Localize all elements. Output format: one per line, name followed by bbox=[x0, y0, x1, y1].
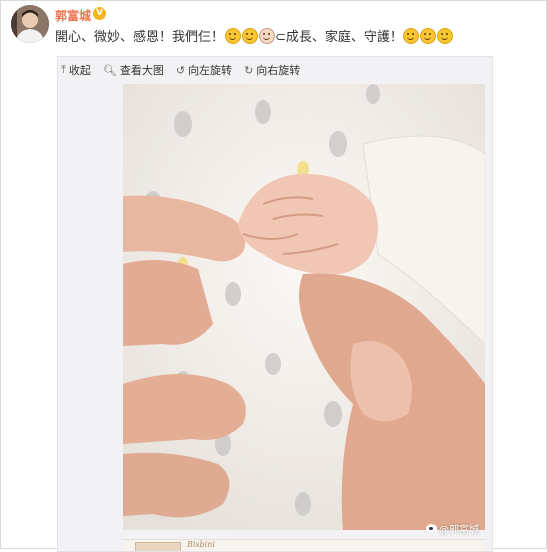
weibo-post: 郭富城 V 開心、微妙、感恩！我們仨！ ⊂成長、家庭、守護！ ⤒ 收起 🔍︎ 查… bbox=[0, 0, 547, 552]
collapse-icon: ⤒ bbox=[61, 63, 66, 76]
baby-emoji-icon bbox=[258, 27, 275, 44]
thumbnail-script: Bisbini bbox=[187, 540, 215, 549]
rotate-left-icon: ↺ bbox=[175, 63, 186, 77]
rotate-left-button[interactable]: ↺ 向左旋转 bbox=[176, 62, 232, 78]
smile-emoji-icon bbox=[241, 27, 258, 44]
photo-watermark: @郭富城 bbox=[426, 521, 479, 536]
post-text: 開心、微妙、感恩！我們仨！ ⊂成長、家庭、守護！ bbox=[55, 26, 454, 45]
smile-emoji-icon bbox=[403, 27, 420, 44]
baby-hand-photo-icon bbox=[123, 84, 485, 530]
verified-badge-icon: V bbox=[93, 7, 106, 20]
smile-emoji-icon bbox=[224, 27, 241, 44]
post-photo[interactable] bbox=[123, 84, 485, 530]
next-photo-thumbnail[interactable]: Bisbini bbox=[123, 539, 485, 551]
collapse-button[interactable]: ⤒ 收起 bbox=[61, 62, 91, 78]
rotate-right-button[interactable]: ↻ 向右旋转 bbox=[244, 62, 300, 78]
post-text-part2: ⊂成長、家庭、守護！ bbox=[275, 30, 403, 45]
user-avatar[interactable] bbox=[11, 5, 49, 43]
view-large-button[interactable]: 🔍︎ 查看大图 bbox=[103, 62, 164, 78]
rotate-right-label: 向右旋转 bbox=[256, 64, 301, 77]
rotate-right-icon: ↻ bbox=[244, 63, 254, 77]
view-large-label: 查看大图 bbox=[119, 64, 164, 77]
weibo-logo-icon bbox=[426, 524, 437, 533]
smile-emoji-icon bbox=[420, 27, 437, 44]
username[interactable]: 郭富城 bbox=[55, 7, 91, 24]
rotate-left-label: 向左旋转 bbox=[188, 64, 233, 77]
avatar-portrait-icon bbox=[11, 5, 49, 43]
post-text-part1: 開心、微妙、感恩！我們仨！ bbox=[55, 30, 225, 45]
thumbnail-image bbox=[135, 542, 181, 551]
smile-emoji-icon bbox=[437, 27, 454, 44]
collapse-label: 收起 bbox=[68, 64, 91, 77]
watermark-text: @郭富城 bbox=[439, 525, 479, 536]
magnifier-icon: 🔍︎ bbox=[102, 63, 117, 77]
media-toolbar: ⤒ 收起 🔍︎ 查看大图 ↺ 向左旋转 ↻ 向右旋转 bbox=[61, 61, 312, 79]
